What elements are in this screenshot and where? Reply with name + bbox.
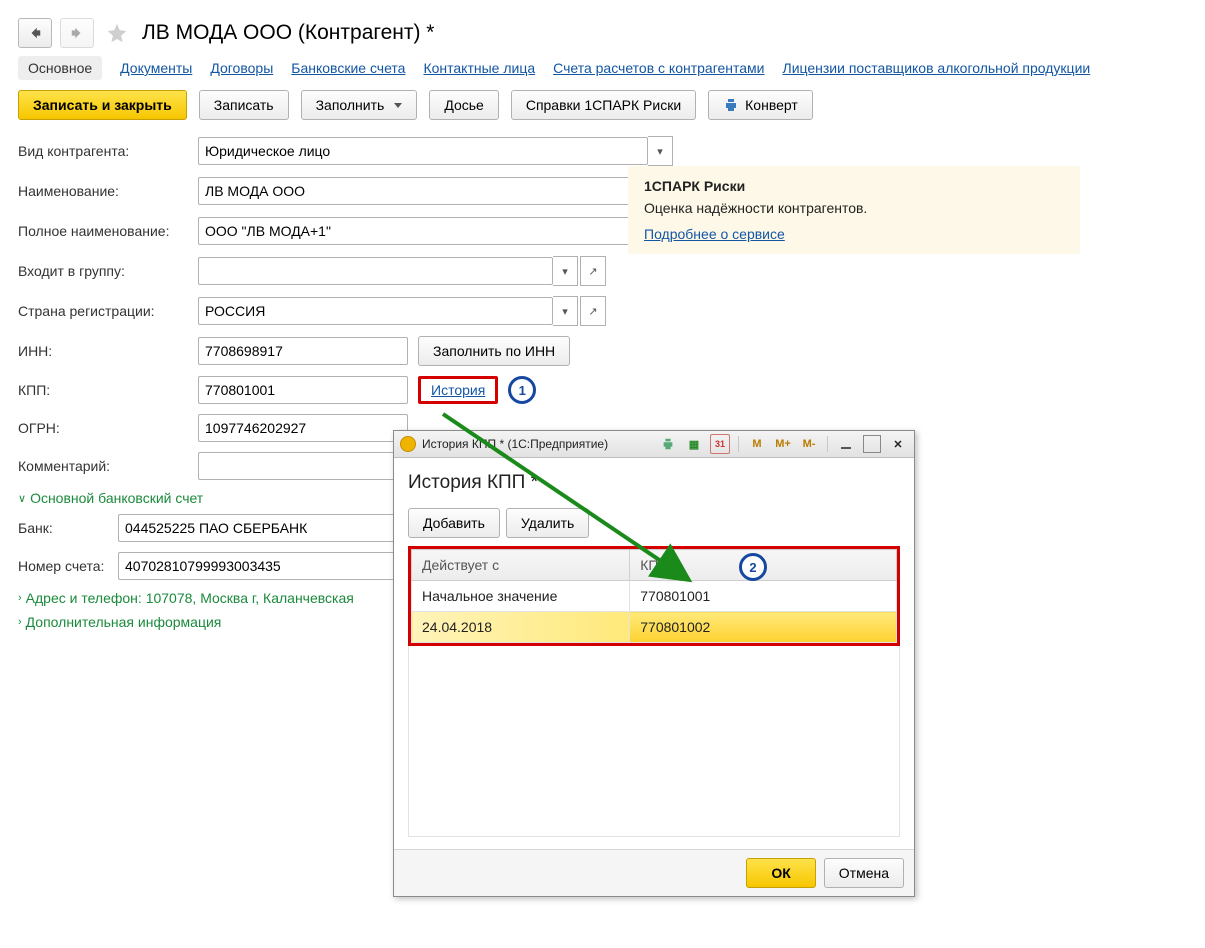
cell-from: Начальное значение — [412, 581, 630, 612]
name-field[interactable] — [198, 177, 673, 205]
table-blank-area — [408, 646, 900, 837]
type-field[interactable] — [198, 137, 648, 165]
nav-back-button[interactable] — [18, 18, 52, 48]
group-field[interactable] — [198, 257, 553, 285]
badge-1: 1 — [508, 376, 536, 404]
tab-documents[interactable]: Документы — [120, 56, 192, 80]
label-comment: Комментарий: — [18, 458, 198, 474]
chevron-right-icon: › — [18, 592, 22, 604]
section-extra-label: Дополнительная информация — [26, 614, 222, 630]
bank-field[interactable] — [118, 514, 408, 542]
tab-licenses[interactable]: Лицензии поставщиков алкогольной продукц… — [783, 56, 1091, 80]
country-dropdown-button[interactable]: ▾ — [553, 296, 578, 326]
kpp-field[interactable] — [198, 376, 408, 404]
minimize-button[interactable] — [836, 434, 856, 454]
spark-panel: 1СПАРК Риски Оценка надёжности контраген… — [628, 166, 1080, 254]
dialog-ok-button[interactable]: ОК — [746, 858, 815, 888]
close-button[interactable]: ✕ — [888, 434, 908, 454]
chevron-down-icon: ∨ — [18, 492, 26, 505]
comment-field[interactable] — [198, 452, 408, 480]
spark-desc: Оценка надёжности контрагентов. — [644, 200, 1064, 216]
label-inn: ИНН: — [18, 343, 198, 359]
print-icon[interactable] — [658, 434, 678, 454]
envelope-label: Конверт — [745, 97, 798, 113]
country-open-button[interactable]: ↗ — [580, 296, 606, 326]
chevron-right-icon: › — [18, 616, 22, 628]
kpp-history-table[interactable]: Действует с КПП Начальное значение 77080… — [411, 549, 897, 643]
page-title: ЛВ МОДА ООО (Контрагент) * — [142, 21, 434, 45]
spark-title: 1СПАРК Риски — [644, 178, 1064, 194]
maximize-button[interactable] — [862, 434, 882, 454]
ogrn-field[interactable] — [198, 414, 408, 442]
tab-bank-accounts[interactable]: Банковские счета — [291, 56, 405, 80]
label-type: Вид контрагента: — [18, 143, 198, 159]
fill-button[interactable]: Заполнить — [301, 90, 418, 120]
dialog-header: История КПП * — [408, 472, 900, 494]
memory-m-button[interactable]: M — [747, 434, 767, 454]
save-button[interactable]: Записать — [199, 90, 289, 120]
dialog-add-button[interactable]: Добавить — [408, 508, 500, 538]
inn-field[interactable] — [198, 337, 408, 365]
label-full-name: Полное наименование: — [18, 223, 198, 239]
label-group: Входит в группу: — [18, 263, 198, 279]
kpp-history-link[interactable]: История — [431, 382, 485, 398]
tab-accounts[interactable]: Счета расчетов с контрагентами — [553, 56, 764, 80]
badge-2: 2 — [739, 553, 767, 581]
dialog-window-title: История КПП * (1С:Предприятие) — [422, 437, 608, 451]
memory-mminus-button[interactable]: M- — [799, 434, 819, 454]
cell-kpp: 770801002 — [630, 612, 897, 643]
acct-field[interactable] — [118, 552, 408, 580]
group-dropdown-button[interactable]: ▾ — [553, 256, 578, 286]
tab-contracts[interactable]: Договоры — [210, 56, 273, 80]
tab-contacts[interactable]: Контактные лица — [423, 56, 535, 80]
country-field[interactable] — [198, 297, 553, 325]
save-close-button[interactable]: Записать и закрыть — [18, 90, 187, 120]
app-icon — [400, 436, 416, 452]
cell-kpp: 770801001 — [630, 581, 897, 612]
label-acct: Номер счета: — [18, 558, 118, 574]
nav-forward-button[interactable] — [60, 18, 94, 48]
dialog-delete-button[interactable]: Удалить — [506, 508, 589, 538]
label-bank: Банк: — [18, 520, 118, 536]
group-open-button[interactable]: ↗ — [580, 256, 606, 286]
spark-more-link[interactable]: Подробнее о сервисе — [644, 226, 785, 242]
cell-from: 24.04.2018 — [412, 612, 630, 643]
fill-by-inn-button[interactable]: Заполнить по ИНН — [418, 336, 570, 366]
printer-icon — [723, 97, 739, 113]
spark-button[interactable]: Справки 1СПАРК Риски — [511, 90, 696, 120]
type-dropdown-button[interactable]: ▾ — [648, 136, 673, 166]
calendar-31-icon[interactable]: 31 — [710, 434, 730, 454]
label-ogrn: ОГРН: — [18, 420, 198, 436]
envelope-button[interactable]: Конверт — [708, 90, 813, 120]
dossier-button[interactable]: Досье — [429, 90, 499, 120]
table-row[interactable]: Начальное значение 770801001 — [412, 581, 897, 612]
calendar-green-icon[interactable]: ▦ — [684, 434, 704, 454]
dialog-cancel-button[interactable]: Отмена — [824, 858, 904, 888]
label-country: Страна регистрации: — [18, 303, 198, 319]
table-row-selected[interactable]: 24.04.2018 770801002 — [412, 612, 897, 643]
memory-mplus-button[interactable]: M+ — [773, 434, 793, 454]
tab-main[interactable]: Основное — [18, 56, 102, 80]
label-name: Наименование: — [18, 183, 198, 199]
label-kpp: КПП: — [18, 382, 198, 398]
section-addr-label: Адрес и телефон: 107078, Москва г, Калан… — [26, 590, 354, 606]
kpp-history-dialog: История КПП * (1С:Предприятие) ▦ 31 M M+… — [393, 430, 915, 897]
col-from[interactable]: Действует с — [412, 550, 630, 581]
section-bank-label: Основной банковский счет — [30, 490, 203, 506]
favorite-star-icon[interactable] — [106, 22, 128, 44]
